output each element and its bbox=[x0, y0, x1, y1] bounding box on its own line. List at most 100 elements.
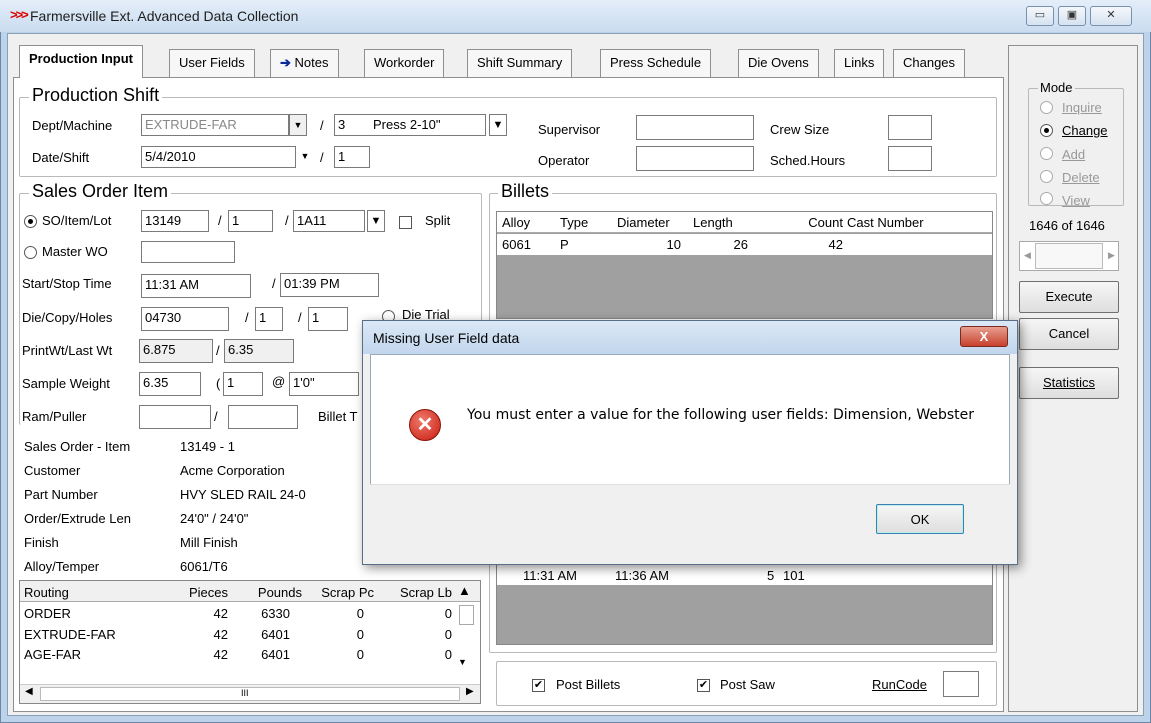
crew-size-label: Crew Size bbox=[770, 122, 830, 137]
copy-input[interactable]: 1 bbox=[255, 307, 283, 331]
info-value: 24'0" / 24'0" bbox=[180, 511, 249, 526]
tab-shift-summary[interactable]: Shift Summary bbox=[467, 49, 573, 77]
date-input[interactable]: 5/4/2010 bbox=[141, 146, 296, 168]
slash-label: / bbox=[272, 276, 276, 291]
so-item-lot-radio[interactable] bbox=[24, 215, 37, 228]
cancel-button[interactable]: Cancel bbox=[1019, 318, 1119, 350]
record-scroll-thumb[interactable] bbox=[1035, 243, 1103, 269]
routing-cell: 6401 bbox=[261, 647, 290, 662]
column-header[interactable]: Count bbox=[773, 215, 843, 230]
lot-dropdown-button[interactable]: ▼ bbox=[367, 210, 385, 232]
post-saw-checkbox[interactable]: ✔ bbox=[697, 679, 710, 692]
info-value: 6061/T6 bbox=[180, 559, 228, 574]
scroll-thumb[interactable]: III bbox=[40, 687, 460, 701]
column-header[interactable]: Pounds bbox=[230, 585, 302, 600]
sample-weight-label: Sample Weight bbox=[22, 376, 110, 391]
tab-press-schedule[interactable]: Press Schedule bbox=[600, 49, 712, 77]
ram-input[interactable] bbox=[139, 405, 211, 429]
printwt-input[interactable]: 6.875 bbox=[139, 339, 213, 363]
tab-notes[interactable]: ➔ Notes bbox=[270, 49, 339, 77]
runcode-input[interactable] bbox=[943, 671, 979, 697]
column-header[interactable]: Pieces bbox=[168, 585, 228, 600]
ok-button[interactable]: OK bbox=[876, 504, 964, 534]
operator-input[interactable] bbox=[636, 146, 754, 171]
start-time-input[interactable]: 11:31 AM bbox=[141, 274, 251, 298]
runcode-label: RunCode bbox=[872, 677, 927, 692]
master-wo-input[interactable] bbox=[141, 241, 235, 263]
post-billets-checkbox[interactable]: ✔ bbox=[532, 679, 545, 692]
column-header[interactable]: Cast Number bbox=[847, 215, 924, 230]
slash-label: / bbox=[298, 310, 302, 325]
billet-row[interactable]: 6061 P 10 26 42 bbox=[497, 234, 992, 255]
die-input[interactable]: 04730 bbox=[141, 307, 229, 331]
piece-cell: 11:31 AM bbox=[523, 568, 577, 583]
scroll-right-icon[interactable]: ▶ bbox=[1108, 250, 1115, 261]
scroll-right-icon[interactable]: ▶ bbox=[466, 686, 474, 697]
column-header[interactable]: Length bbox=[693, 215, 733, 230]
crew-size-input[interactable] bbox=[888, 115, 932, 140]
scroll-grip: III bbox=[241, 688, 249, 698]
billet-cell: P bbox=[560, 237, 569, 252]
column-header[interactable]: Routing bbox=[24, 585, 69, 600]
sched-hours-input[interactable] bbox=[888, 146, 932, 171]
tab-links[interactable]: Links bbox=[834, 49, 885, 77]
column-header[interactable]: Scrap Lb bbox=[376, 585, 452, 600]
dept-dropdown-button[interactable]: ▼ bbox=[289, 114, 307, 136]
column-header[interactable]: Scrap Pc bbox=[304, 585, 374, 600]
column-header[interactable]: Alloy bbox=[502, 215, 530, 230]
sample-qty-input[interactable]: 1 bbox=[223, 372, 263, 396]
machine-dropdown-button[interactable]: ▼ bbox=[489, 114, 507, 136]
info-label: Sales Order - Item bbox=[24, 439, 131, 454]
stop-time-input[interactable]: 01:39 PM bbox=[280, 273, 379, 297]
mode-change-radio[interactable] bbox=[1040, 124, 1053, 137]
tab-changes[interactable]: Changes bbox=[893, 49, 966, 77]
shift-input[interactable]: 1 bbox=[334, 146, 370, 168]
tab-label: User Fields bbox=[179, 55, 245, 70]
execute-button[interactable]: Execute bbox=[1019, 281, 1119, 313]
mode-view-radio[interactable] bbox=[1040, 192, 1053, 205]
date-dropdown-button[interactable]: ▼ bbox=[296, 146, 314, 168]
tab-production-input[interactable]: Production Input bbox=[19, 45, 143, 78]
record-scrollbar[interactable]: ◀ ▶ bbox=[1019, 241, 1119, 271]
tab-die-ovens[interactable]: Die Ovens bbox=[738, 49, 819, 77]
scroll-left-icon[interactable]: ◀ bbox=[1024, 250, 1031, 261]
operator-label: Operator bbox=[538, 153, 590, 168]
mode-inquire-radio[interactable] bbox=[1040, 101, 1053, 114]
sample-length-input[interactable]: 1'0" bbox=[289, 372, 359, 396]
row-scroll-thumb[interactable] bbox=[459, 605, 474, 625]
mode-delete-radio[interactable] bbox=[1040, 170, 1053, 183]
column-header[interactable]: Diameter bbox=[617, 215, 670, 230]
post-billets-label: Post Billets bbox=[556, 677, 621, 692]
dept-input[interactable]: EXTRUDE-FAR bbox=[141, 114, 289, 136]
lot-input[interactable]: 1A11 bbox=[293, 210, 365, 232]
dept-machine-label: Dept/Machine bbox=[32, 118, 113, 133]
machine-select[interactable]: 3 Press 2-10" bbox=[334, 114, 486, 136]
statistics-button[interactable]: Statistics bbox=[1019, 367, 1119, 399]
scroll-down-icon[interactable]: ▼ bbox=[458, 657, 467, 667]
mode-add-radio[interactable] bbox=[1040, 147, 1053, 160]
tab-user-fields[interactable]: User Fields bbox=[169, 49, 255, 77]
so-input[interactable]: 13149 bbox=[141, 210, 209, 232]
maximize-button[interactable]: ▣ bbox=[1058, 6, 1086, 26]
puller-input[interactable] bbox=[228, 405, 298, 429]
minimize-button[interactable]: ▭ bbox=[1026, 6, 1054, 26]
scroll-left-icon[interactable]: ◀ bbox=[25, 686, 33, 697]
lastwt-input[interactable]: 6.35 bbox=[224, 339, 294, 363]
holes-input[interactable]: 1 bbox=[308, 307, 348, 331]
supervisor-input[interactable] bbox=[636, 115, 754, 140]
split-checkbox[interactable] bbox=[399, 216, 412, 229]
billet-cell: 42 bbox=[828, 237, 843, 252]
master-wo-radio[interactable] bbox=[24, 246, 37, 259]
horizontal-scrollbar[interactable]: ◀ III ▶ bbox=[20, 684, 480, 703]
billets-grid: Alloy Type Diameter Length Count Cast Nu… bbox=[496, 211, 993, 319]
sample-weight-input[interactable]: 6.35 bbox=[139, 372, 201, 396]
piece-cell: 11:36 AM bbox=[615, 568, 669, 583]
item-input[interactable]: 1 bbox=[228, 210, 273, 232]
column-header[interactable]: Type bbox=[560, 215, 588, 230]
tab-workorder[interactable]: Workorder bbox=[364, 49, 445, 77]
piece-row[interactable]: 11:31 AM 11:36 AM 5 101 bbox=[497, 564, 992, 585]
scroll-up-icon[interactable]: ▲ bbox=[458, 583, 471, 598]
dialog-close-button[interactable]: X bbox=[960, 326, 1008, 347]
dialog-title-bar: Missing User Field data X bbox=[363, 321, 1017, 354]
close-window-button[interactable]: ✕ bbox=[1090, 6, 1132, 26]
